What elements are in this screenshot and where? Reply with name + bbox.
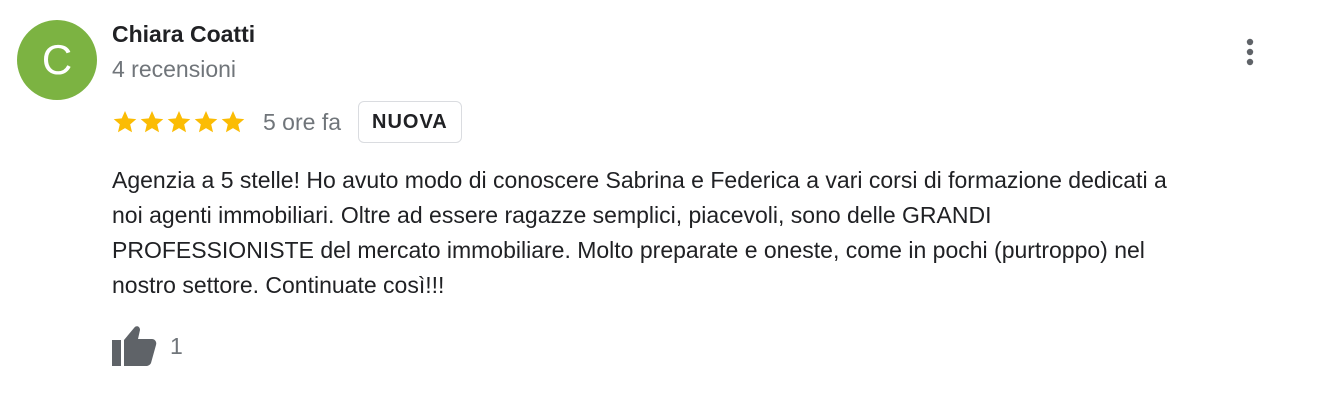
author-review-count[interactable]: 4 recensioni <box>112 56 236 83</box>
thumb-up-icon <box>112 326 157 366</box>
more-vert-icon <box>1246 38 1254 66</box>
avatar[interactable]: C <box>17 20 97 100</box>
review-time: 5 ore fa <box>263 108 341 135</box>
review-text-line: noi agenti immobiliari. Oltre ad essere … <box>112 202 992 228</box>
review-text-line: Agenzia a 5 stelle! Ho avuto modo di con… <box>112 167 1167 193</box>
new-badge: NUOVA <box>358 101 462 143</box>
avatar-initial: C <box>41 36 73 83</box>
star-icon <box>140 110 164 133</box>
star-icon <box>221 110 245 133</box>
star-rating <box>112 109 246 135</box>
review-card: C Chiara Coatti 4 recensioni 5 ore fa NU… <box>0 0 1336 414</box>
star-icon <box>194 110 218 133</box>
review-text: Agenzia a 5 stelle! Ho avuto modo di con… <box>112 163 1317 303</box>
review-text-line: PROFESSIONISTE del mercato immobiliare. … <box>112 237 1145 263</box>
like-button[interactable]: 1 <box>110 324 183 368</box>
more-options-button[interactable] <box>1230 32 1270 72</box>
star-icon <box>167 110 191 133</box>
author-name[interactable]: Chiara Coatti <box>112 21 255 48</box>
rating-row: 5 ore fa NUOVA <box>112 100 462 144</box>
review-text-line: nostro settore. Continuate così!!! <box>112 272 445 298</box>
like-count: 1 <box>170 332 183 359</box>
star-icon <box>113 110 137 133</box>
